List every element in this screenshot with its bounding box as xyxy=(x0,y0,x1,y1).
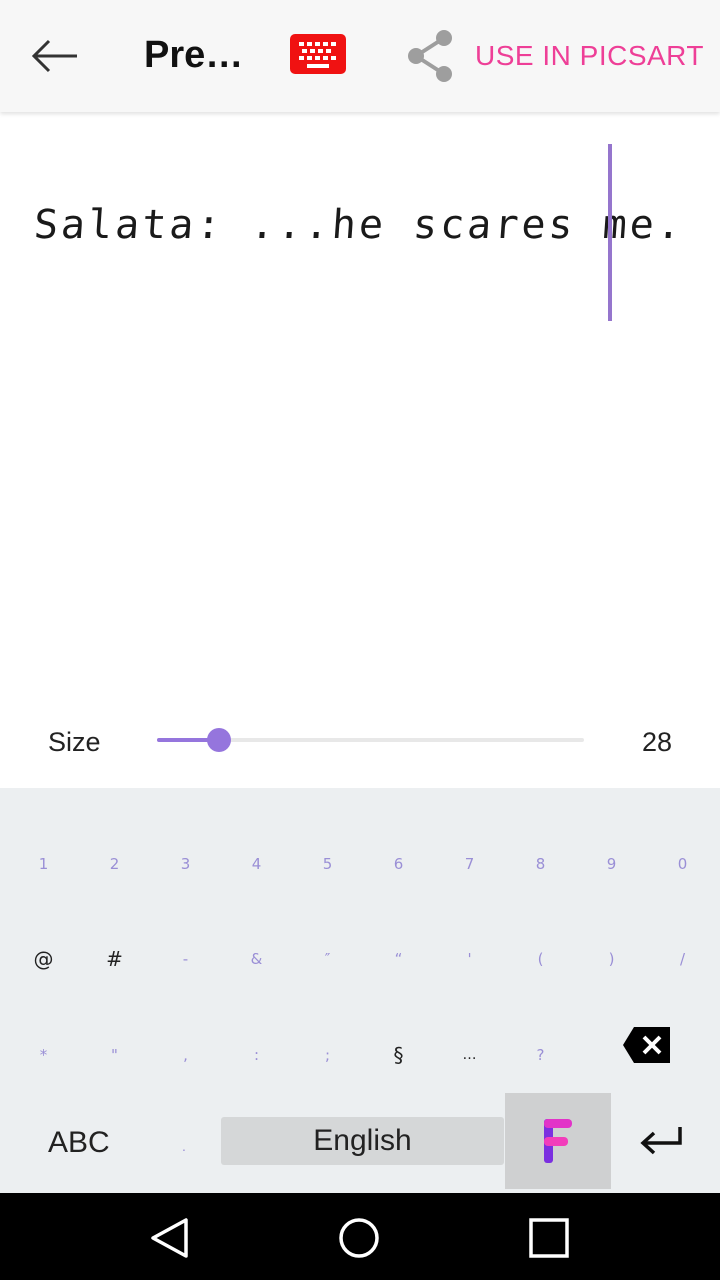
period-key[interactable]: . xyxy=(182,1138,186,1154)
back-arrow-icon xyxy=(31,39,77,73)
page-title: Pre… xyxy=(144,34,244,76)
size-control: Size 28 xyxy=(0,700,720,788)
size-value: 28 xyxy=(641,727,672,757)
nav-back-button[interactable] xyxy=(144,1213,194,1263)
nav-recents-icon xyxy=(529,1218,569,1258)
key[interactable]: § xyxy=(363,1025,434,1085)
nav-back-icon xyxy=(151,1218,188,1258)
key[interactable]: # xyxy=(79,929,150,989)
key[interactable]: 6 xyxy=(363,834,434,894)
share-button[interactable] xyxy=(402,26,460,86)
keyboard-row-symbols-2: * " , : ; § … ? xyxy=(8,1025,576,1085)
keyboard-row-symbols-1: @ # - & ″ “ ' ( ) / xyxy=(8,929,718,989)
abc-key[interactable]: ABC xyxy=(48,1126,110,1160)
key[interactable]: 9 xyxy=(576,834,647,894)
key[interactable]: “ xyxy=(363,929,434,989)
key[interactable]: & xyxy=(221,929,292,989)
preview-text: Salata: ...he scares me. xyxy=(32,202,686,248)
size-slider[interactable] xyxy=(157,728,584,752)
keyboard-row-numbers: 1 2 3 4 5 6 7 8 9 0 xyxy=(8,834,718,894)
system-navigation-bar xyxy=(0,1193,720,1280)
back-button[interactable] xyxy=(20,30,90,82)
font-f-logo-icon xyxy=(544,1119,572,1163)
key[interactable]: " xyxy=(79,1025,150,1085)
key[interactable]: 3 xyxy=(150,834,221,894)
nav-recents-button[interactable] xyxy=(524,1213,574,1263)
backspace-key[interactable] xyxy=(622,1026,672,1064)
key[interactable]: 7 xyxy=(434,834,505,894)
keyboard-button[interactable] xyxy=(290,34,348,78)
size-slider-thumb[interactable] xyxy=(206,728,231,752)
top-app-bar: Pre… USE IN PICSART xyxy=(0,0,720,112)
key[interactable]: ; xyxy=(292,1025,363,1085)
font-preview-area[interactable]: Salata: ...he scares me. xyxy=(0,112,720,692)
backspace-icon xyxy=(623,1027,670,1063)
key[interactable]: ' xyxy=(434,929,505,989)
key[interactable]: 2 xyxy=(79,834,150,894)
keyboard-icon xyxy=(290,34,346,74)
use-in-picsart-button[interactable]: USE IN PICSART xyxy=(475,40,704,72)
key[interactable]: … xyxy=(434,1025,505,1085)
space-key[interactable]: English xyxy=(221,1117,504,1165)
enter-key[interactable] xyxy=(636,1121,690,1161)
key[interactable]: * xyxy=(8,1025,79,1085)
symbol-keyboard: 1 2 3 4 5 6 7 8 9 0 @ # - & ″ “ ' ( ) / … xyxy=(0,788,720,1193)
key[interactable]: - xyxy=(150,929,221,989)
key[interactable]: / xyxy=(647,929,718,989)
font-switch-key[interactable] xyxy=(505,1093,611,1189)
size-label: Size xyxy=(48,727,101,757)
enter-icon xyxy=(640,1127,682,1155)
key[interactable]: ) xyxy=(576,929,647,989)
key[interactable]: 5 xyxy=(292,834,363,894)
key[interactable]: : xyxy=(221,1025,292,1085)
key[interactable]: ? xyxy=(505,1025,576,1085)
key[interactable]: 8 xyxy=(505,834,576,894)
nav-home-button[interactable] xyxy=(334,1213,384,1263)
key[interactable]: 0 xyxy=(647,834,718,894)
key[interactable]: ( xyxy=(505,929,576,989)
key[interactable]: 1 xyxy=(8,834,79,894)
key[interactable]: ″ xyxy=(292,929,363,989)
key[interactable]: 4 xyxy=(221,834,292,894)
nav-home-icon xyxy=(339,1218,379,1258)
text-cursor xyxy=(608,144,612,321)
share-icon xyxy=(408,30,452,82)
key[interactable]: , xyxy=(150,1025,221,1085)
key[interactable]: @ xyxy=(8,929,79,989)
